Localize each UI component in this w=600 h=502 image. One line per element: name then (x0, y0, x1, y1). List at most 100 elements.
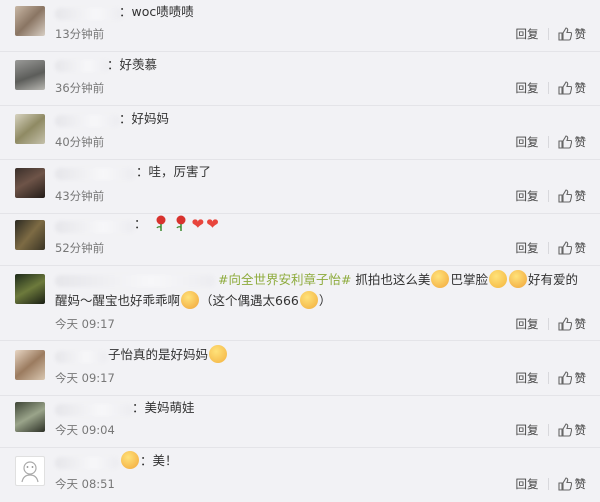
thumbs-up-icon (557, 423, 572, 437)
like-button[interactable]: 赞 (557, 26, 587, 42)
username[interactable] (55, 221, 135, 233)
comment-actions: 回复 赞 (516, 134, 587, 150)
avatar[interactable] (15, 220, 45, 250)
hashtag-link[interactable]: #向全世界安利章子怡# (218, 272, 351, 287)
reply-button[interactable]: 回复 (516, 370, 539, 386)
comment-text-segment: 子怡真的是好妈妈 (108, 347, 209, 362)
comment-text-segment: 抓拍也这么美 (351, 272, 431, 287)
avatar[interactable] (15, 274, 45, 304)
comment-text-segment: 巴掌脸 (450, 272, 488, 287)
avatar[interactable] (15, 168, 45, 198)
avatar[interactable] (15, 114, 45, 144)
timestamp: 今天 09:17 (55, 317, 115, 331)
like-button[interactable]: 赞 (557, 316, 586, 332)
username[interactable] (55, 168, 135, 180)
comment-item: ：哇，厉害了 43分钟前 回复 赞 (0, 160, 600, 214)
comment-text: ：woc啧啧啧 (119, 4, 194, 19)
heart-emoji-icon: ❤ (206, 215, 219, 233)
reply-button[interactable]: 回复 (516, 188, 539, 204)
timestamp: 36分钟前 (55, 81, 105, 95)
reply-button[interactable]: 回复 (516, 422, 539, 438)
thumbs-up-icon (557, 81, 572, 95)
heart-eyes-emoji-icon (121, 451, 139, 469)
timestamp: 40分钟前 (55, 135, 105, 149)
like-button[interactable]: 赞 (557, 134, 587, 150)
avatar[interactable] (15, 402, 45, 432)
like-button[interactable]: 赞 (557, 188, 587, 204)
username[interactable] (55, 351, 107, 363)
username[interactable] (55, 115, 120, 127)
like-button[interactable]: 赞 (557, 370, 586, 386)
comment-text: ：好妈妈 (119, 111, 170, 126)
comment-actions: 回复 赞 (516, 422, 587, 438)
like-label: 赞 (574, 81, 587, 95)
reply-button[interactable]: 回复 (516, 134, 539, 150)
avatar[interactable] (15, 456, 45, 486)
rose-emoji-icon (173, 214, 189, 232)
thumbs-up-icon (557, 371, 572, 385)
like-label: 赞 (574, 189, 587, 203)
like-button[interactable]: 赞 (557, 240, 587, 256)
shock-emoji-icon (508, 270, 527, 288)
comment-feed: ：woc啧啧啧 13分钟前 回复 赞 ：好羡慕 36分钟前 回复 赞 ：好妈妈 … (0, 0, 600, 502)
comment-actions: 回复 赞 (516, 188, 587, 204)
comment-item: ：好妈妈 40分钟前 回复 赞 (0, 106, 600, 160)
comment-text: 子怡真的是好妈妈 (108, 345, 228, 365)
comment-text: #向全世界安利章子怡# 抓拍也这么美 巴掌脸 好有爱的醒妈～醒宝也好乖乖啊 （这个偶遇… (55, 269, 585, 311)
thumbs-up-icon (557, 27, 572, 41)
comment-text-prefix: ： (134, 216, 147, 231)
comment-item: ：美妈萌娃 今天 09:04 回复 赞 (0, 396, 600, 448)
divider (547, 242, 549, 254)
username[interactable] (55, 60, 110, 72)
divider (547, 190, 549, 202)
divider (547, 318, 549, 330)
timestamp: 52分钟前 (55, 241, 105, 255)
thumbs-up-icon (557, 317, 572, 331)
like-label: 赞 (574, 241, 587, 255)
comment-item: ：好羡慕 36分钟前 回复 赞 (0, 52, 600, 106)
comment-text: ： ❤ ❤ (134, 214, 220, 234)
like-label: 赞 (574, 135, 587, 149)
like-label: 赞 (574, 27, 587, 41)
reply-button[interactable]: 回复 (516, 80, 539, 96)
reply-button[interactable]: 回复 (516, 240, 539, 256)
reply-button[interactable]: 回复 (516, 476, 539, 492)
cry-laugh-emoji-icon (299, 291, 318, 309)
timestamp: 13分钟前 (55, 27, 105, 41)
like-label: 赞 (574, 423, 587, 437)
comment-item: ：woc啧啧啧 13分钟前 回复 赞 (0, 0, 600, 52)
thumbs-up-icon (557, 477, 572, 491)
thumbs-up-icon (557, 241, 572, 255)
heart-eyes-emoji-icon (431, 270, 450, 288)
avatar[interactable] (15, 350, 45, 380)
comment-text-segment: ） (318, 293, 332, 308)
timestamp: 43分钟前 (55, 189, 105, 203)
divider (547, 28, 549, 40)
username[interactable] (55, 457, 119, 469)
divider (547, 478, 549, 490)
username[interactable] (55, 404, 133, 416)
comment-text: ：美！ (120, 451, 178, 471)
comment-actions: 回复 赞 (516, 240, 587, 256)
username[interactable] (55, 8, 123, 20)
avatar[interactable] (15, 60, 45, 90)
avatar[interactable] (15, 6, 45, 36)
comment-text: ：美妈萌娃 (132, 400, 195, 415)
comment-actions: 回复 赞 (516, 370, 587, 386)
divider (547, 372, 549, 384)
shock-emoji-icon (181, 291, 200, 309)
reply-button[interactable]: 回复 (516, 316, 539, 332)
divider (547, 424, 549, 436)
reply-button[interactable]: 回复 (516, 26, 539, 42)
like-button[interactable]: 赞 (557, 422, 587, 438)
comment-item: ：美！ 今天 08:51 回复 赞 (0, 448, 600, 502)
comment-text-segment: ：美！ (140, 453, 178, 468)
timestamp: 今天 09:17 (55, 371, 115, 385)
thumbs-up-icon (557, 189, 572, 203)
timestamp: 今天 09:04 (55, 423, 115, 437)
comment-text-segment: （这个偶遇太666 (200, 293, 299, 308)
like-button[interactable]: 赞 (557, 476, 586, 492)
timestamp: 今天 08:51 (55, 477, 115, 491)
thumbs-up-icon (557, 135, 572, 149)
like-button[interactable]: 赞 (557, 80, 587, 96)
